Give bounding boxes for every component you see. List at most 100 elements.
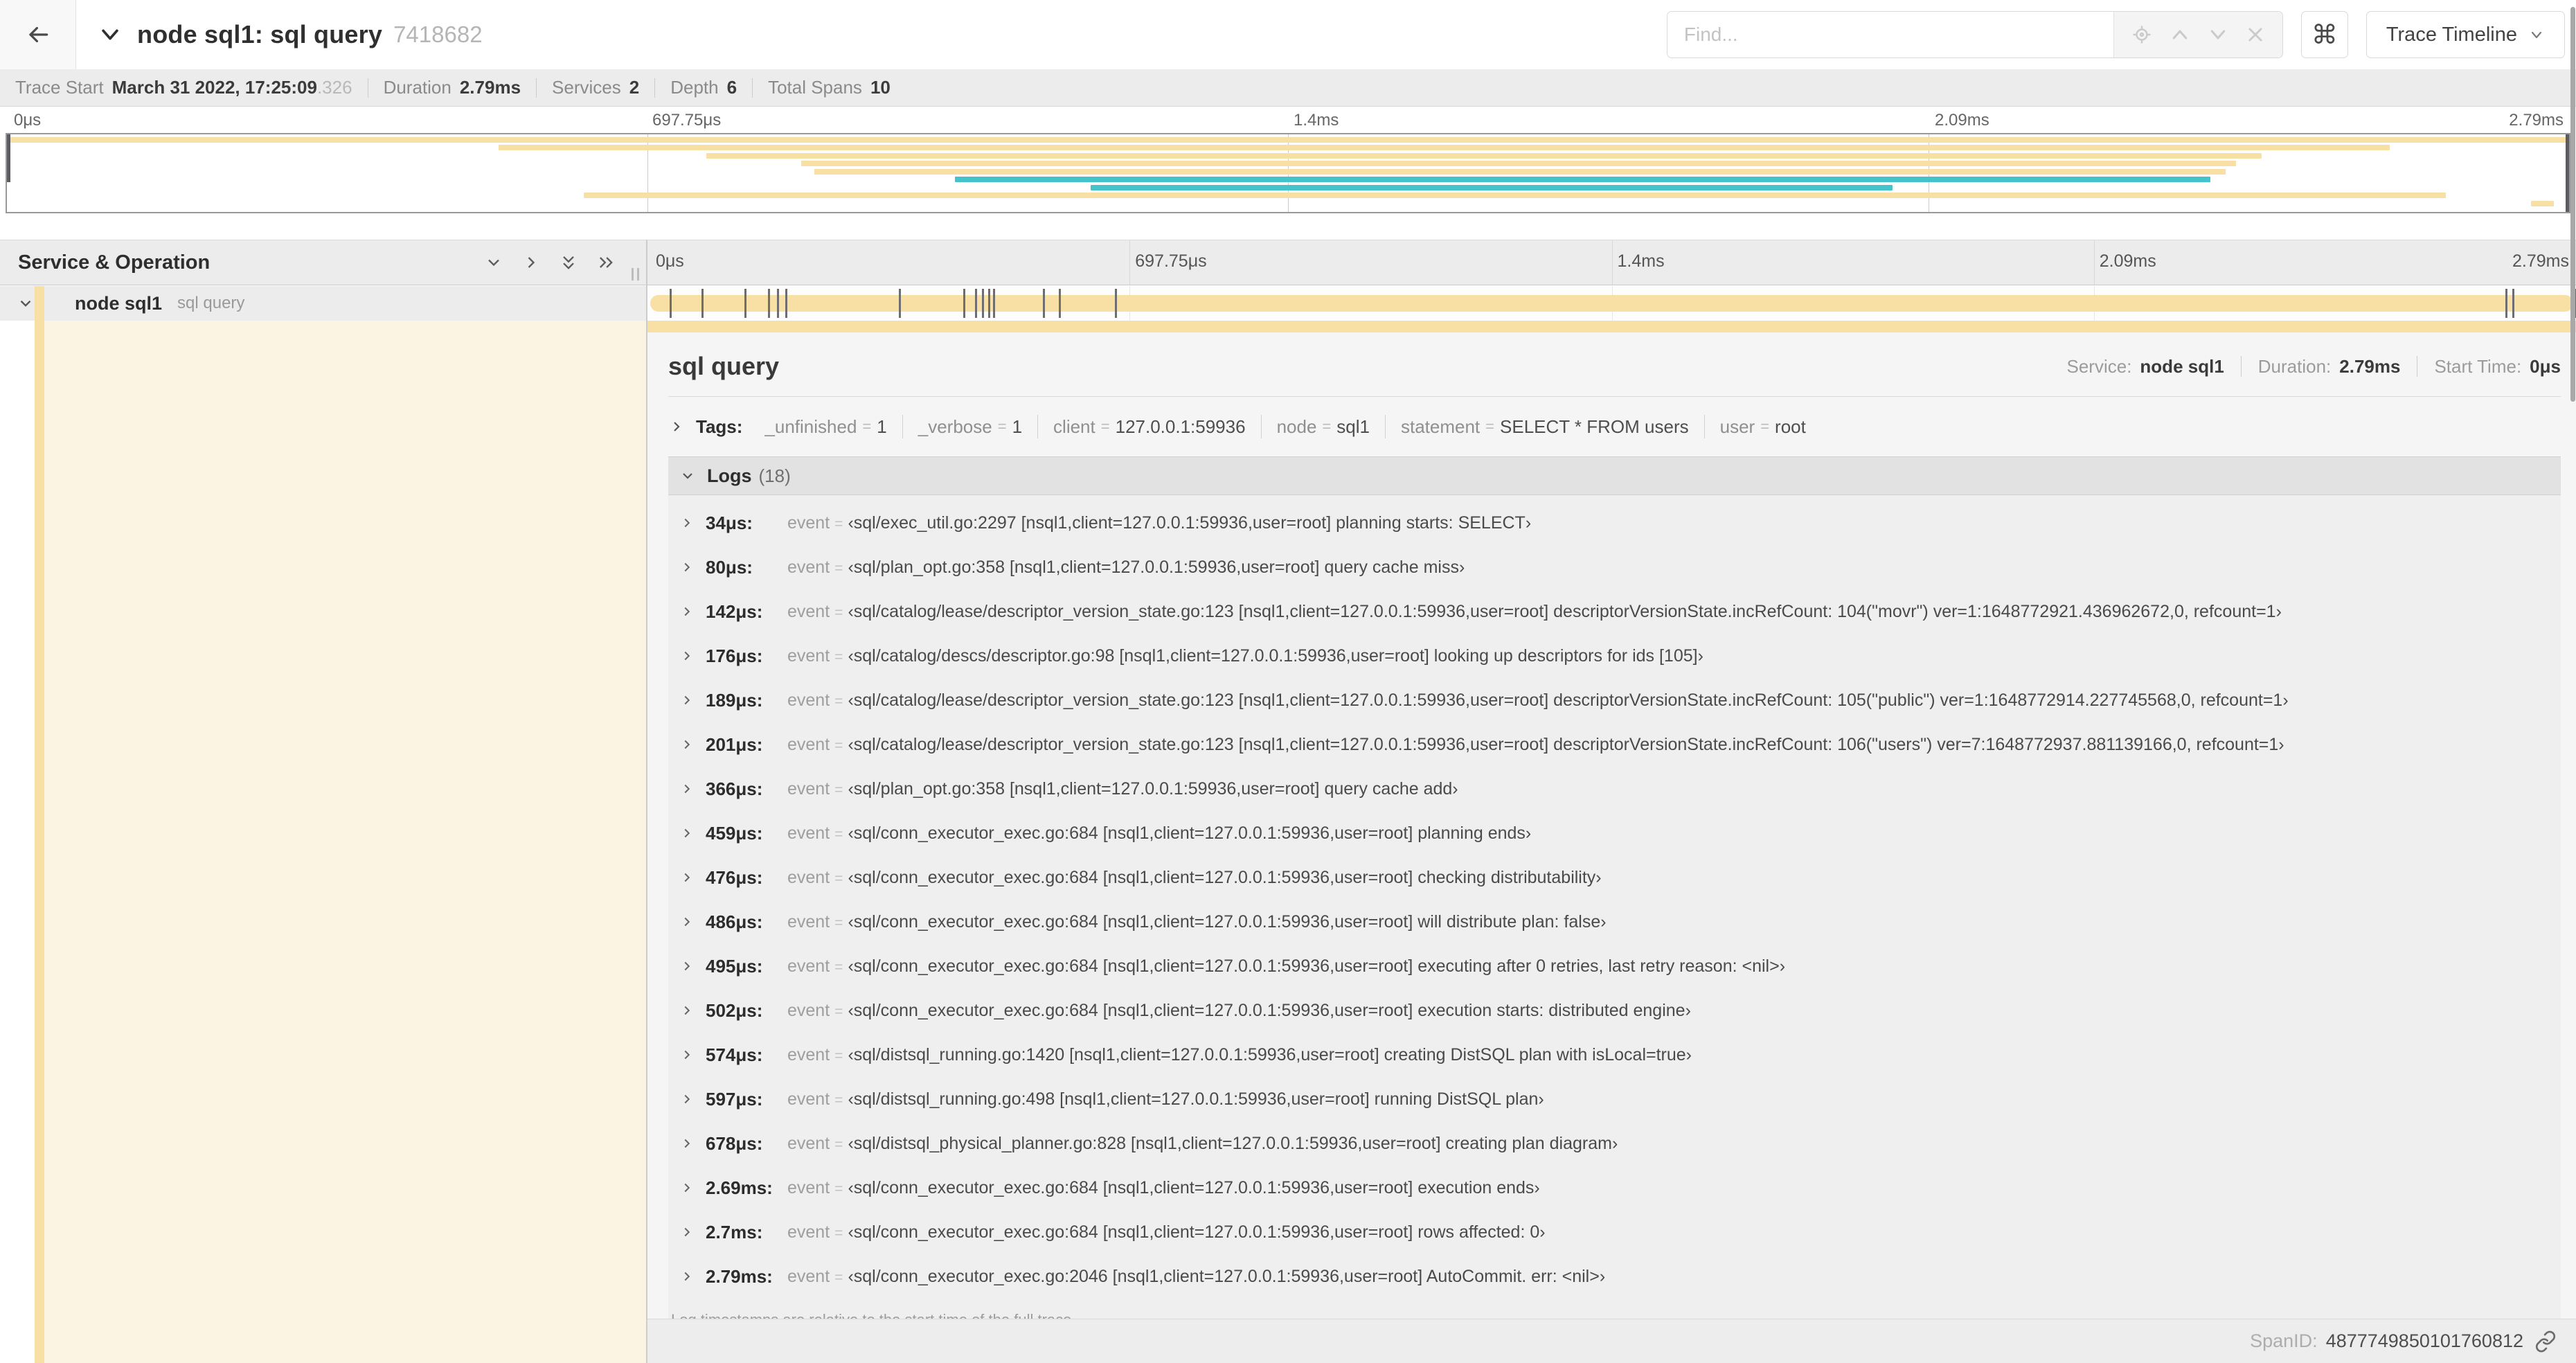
- clear-search-icon[interactable]: [2246, 25, 2265, 44]
- minimap-span-bar: [706, 152, 2262, 159]
- axis-gridline: [1129, 240, 1131, 285]
- find-group: [1666, 11, 2283, 58]
- log-event-value: event = ‹sql/catalog/lease/descriptor_vers…: [787, 691, 2289, 711]
- log-event-value: event = ‹sql/catalog/lease/descriptor_vers…: [787, 602, 2282, 622]
- log-event-marker[interactable]: [785, 289, 787, 318]
- view-select-button[interactable]: Trace Timeline: [2365, 11, 2565, 58]
- collapse-all-icon[interactable]: [559, 253, 578, 272]
- log-key: event: [787, 1133, 830, 1153]
- overview-value: 0μs: [2530, 355, 2561, 377]
- log-entry[interactable]: 486μs: event = ‹sql/conn_executor_exec.go:6…: [668, 900, 2561, 944]
- span-duration-bar[interactable]: [650, 295, 2573, 312]
- span-title: sql query: [668, 352, 780, 380]
- chevron-right-icon: [679, 693, 695, 708]
- log-entry[interactable]: 678μs: event = ‹sql/distsql_physical_planne…: [668, 1121, 2561, 1166]
- minimap-drag-handle-left[interactable]: [7, 134, 10, 183]
- find-input[interactable]: [1667, 12, 2113, 57]
- log-entry[interactable]: 476μs: event = ‹sql/conn_executor_exec.go:6…: [668, 855, 2561, 900]
- tag-key: client: [1053, 416, 1095, 437]
- log-entry[interactable]: 2.79ms: event = ‹sql/conn_executor_exec.go:…: [668, 1254, 2561, 1299]
- log-event-marker[interactable]: [669, 289, 672, 318]
- log-event-marker[interactable]: [1042, 289, 1045, 318]
- log-entry[interactable]: 34μs: event = ‹sql/exec_util.go:2297 [nsql1…: [668, 501, 2561, 545]
- log-event-marker[interactable]: [988, 289, 991, 318]
- chevron-down-icon[interactable]: [17, 294, 35, 312]
- link-icon[interactable]: [2534, 1330, 2557, 1353]
- log-entry[interactable]: 142μs: event = ‹sql/catalog/lease/descripto…: [668, 589, 2561, 634]
- log-value: ‹sql/distsql_running.go:1420 [nsql1,clie…: [848, 1044, 1692, 1064]
- log-value: ‹sql/plan_opt.go:358 [nsql1,client=127.0…: [848, 557, 1465, 577]
- log-event-marker[interactable]: [701, 289, 704, 318]
- trace-info-value: March 31 2022, 17:25:09.326: [111, 77, 352, 98]
- equals-sign: =: [834, 737, 843, 754]
- axis-tick-label: 2.79ms: [2512, 251, 2569, 271]
- log-entry[interactable]: 189μs: event = ‹sql/catalog/lease/descripto…: [668, 678, 2561, 722]
- log-key: event: [787, 1044, 830, 1064]
- span-row-name-cell[interactable]: node sql1 sql query: [0, 286, 646, 321]
- prev-result-icon[interactable]: [2170, 24, 2190, 45]
- log-entry[interactable]: 366μs: event = ‹sql/plan_opt.go:358 [nsql1,…: [668, 767, 2561, 811]
- info-separator: [536, 78, 537, 98]
- log-event-marker[interactable]: [2512, 289, 2515, 318]
- log-event-marker[interactable]: [767, 289, 770, 318]
- log-event-marker[interactable]: [2505, 289, 2508, 318]
- log-value: ‹sql/catalog/lease/descriptor_version_st…: [848, 601, 2282, 621]
- back-button[interactable]: [0, 0, 76, 69]
- collapse-one-icon[interactable]: [484, 253, 503, 272]
- log-value: ‹sql/conn_executor_exec.go:684 [nsql1,cl…: [848, 956, 1786, 976]
- logs-header[interactable]: Logs (18): [668, 456, 2561, 495]
- log-event-marker[interactable]: [975, 289, 978, 318]
- tag-value: 1: [1012, 416, 1023, 437]
- log-event-marker[interactable]: [744, 289, 746, 318]
- minimap-canvas[interactable]: [6, 133, 2570, 213]
- next-result-icon[interactable]: [2208, 24, 2228, 45]
- column-resize-grip[interactable]: [632, 268, 639, 280]
- log-event-marker[interactable]: [963, 289, 966, 318]
- log-entry[interactable]: 597μs: event = ‹sql/distsql_running.go:498 …: [668, 1077, 2561, 1121]
- equals-sign: =: [834, 1092, 843, 1108]
- log-entry[interactable]: 176μs: event = ‹sql/catalog/descs/descripto…: [668, 634, 2561, 678]
- overview-separator: [2240, 356, 2242, 377]
- minimap-span-bar: [583, 193, 2447, 198]
- minimap-span-bar: [801, 161, 2236, 166]
- overview-label: Duration:: [2257, 355, 2332, 377]
- minimap-span-bar: [2530, 200, 2554, 206]
- vertical-scrollbar[interactable]: [2570, 7, 2575, 402]
- span-overview: Service: node sql1 Duration: 2.79ms Start Ti…: [2067, 356, 2561, 377]
- log-event-marker[interactable]: [776, 289, 779, 318]
- log-event-marker[interactable]: [1058, 289, 1061, 318]
- equals-sign: =: [834, 826, 843, 842]
- expand-all-icon[interactable]: [596, 253, 616, 272]
- log-event-marker[interactable]: [1114, 289, 1117, 318]
- trace-info-value: 10: [870, 77, 891, 98]
- log-value: ‹sql/conn_executor_exec.go:684 [nsql1,cl…: [848, 1222, 1546, 1242]
- trace-page: node sql1: sql query 7418682 ⌘ Trace Tim…: [0, 0, 2576, 1363]
- log-entry[interactable]: 2.7ms: event = ‹sql/conn_executor_exec.go:6…: [668, 1210, 2561, 1254]
- tag-item: node = sql1: [1262, 415, 1386, 438]
- chevron-right-icon: [679, 515, 695, 531]
- log-value: ‹sql/catalog/lease/descriptor_version_st…: [848, 690, 2289, 710]
- axis-tick-label: 2.09ms: [2099, 251, 2156, 271]
- overview-item: Service: node sql1: [2067, 356, 2224, 377]
- log-entry[interactable]: 459μs: event = ‹sql/conn_executor_exec.go:6…: [668, 811, 2561, 855]
- tag-value: 1: [877, 416, 887, 437]
- span-bar-cell[interactable]: [647, 286, 2576, 321]
- locate-icon[interactable]: [2131, 24, 2152, 45]
- tags-row[interactable]: Tags: _unfinished = 1 _verbose = 1 client = 127.…: [668, 415, 2561, 438]
- log-value: ‹sql/distsql_physical_planner.go:828 [ns…: [848, 1133, 1618, 1153]
- log-value: ‹sql/catalog/lease/descriptor_version_st…: [848, 734, 2284, 754]
- log-entry[interactable]: 495μs: event = ‹sql/conn_executor_exec.go:6…: [668, 944, 2561, 988]
- log-entry[interactable]: 502μs: event = ‹sql/conn_executor_exec.go:6…: [668, 988, 2561, 1033]
- log-event-marker[interactable]: [899, 289, 902, 318]
- chevron-down-icon[interactable]: [98, 23, 122, 46]
- log-entry[interactable]: 2.69ms: event = ‹sql/conn_executor_exec.go:…: [668, 1166, 2561, 1210]
- log-event-marker[interactable]: [993, 289, 996, 318]
- log-entry[interactable]: 201μs: event = ‹sql/catalog/lease/descripto…: [668, 722, 2561, 767]
- chevron-right-icon: [679, 781, 695, 796]
- log-entry[interactable]: 574μs: event = ‹sql/distsql_running.go:1420…: [668, 1033, 2561, 1077]
- minimap-drag-handle-right[interactable]: [2566, 134, 2569, 212]
- keyboard-shortcuts-button[interactable]: ⌘: [2300, 11, 2348, 58]
- expand-one-icon[interactable]: [521, 253, 541, 272]
- log-event-marker[interactable]: [982, 289, 985, 318]
- log-entry[interactable]: 80μs: event = ‹sql/plan_opt.go:358 [nsql1,c…: [668, 545, 2561, 589]
